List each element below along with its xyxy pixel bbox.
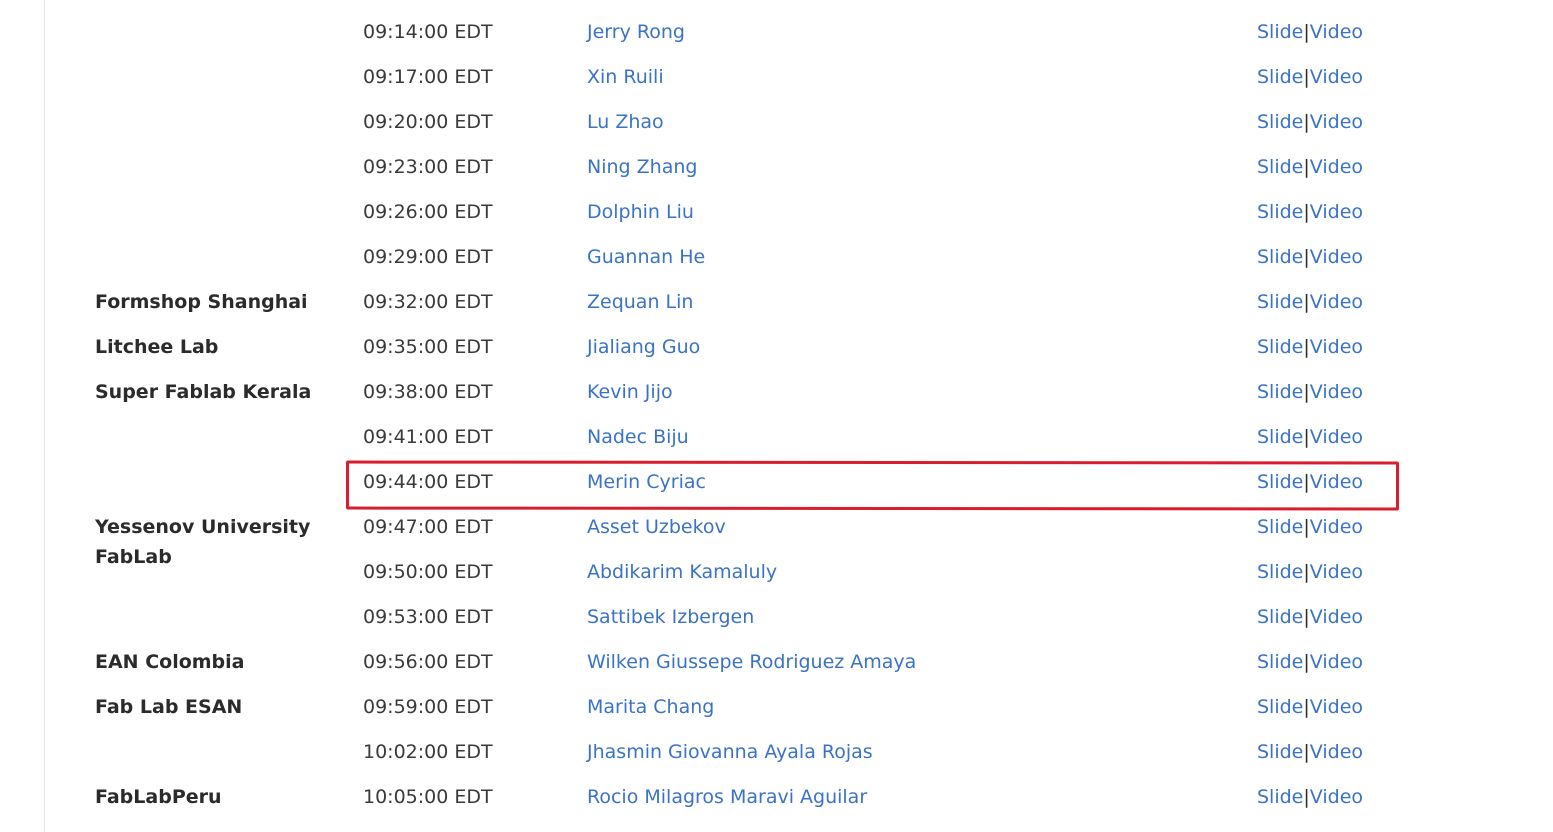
table-row: 09:23:00 EDT Ning Zhang Slide|Video	[0, 135, 1553, 180]
video-link[interactable]: Video	[1310, 381, 1363, 403]
table-row: 09:26:00 EDT Dolphin Liu Slide|Video	[0, 180, 1553, 225]
slide-video-links: Slide|Video	[1257, 765, 1363, 829]
slide-link[interactable]: Slide	[1257, 291, 1303, 313]
video-link[interactable]: Video	[1310, 651, 1363, 673]
table-row: Fab Lab ESAN 09:59:00 EDT Marita Chang Slid…	[0, 675, 1553, 720]
student-name-link[interactable]: Rocio Milagros Maravi Aguilar	[587, 765, 867, 829]
table-row: Formshop Shanghai 09:32:00 EDT Zequan Lin S…	[0, 270, 1553, 315]
video-link[interactable]: Video	[1310, 156, 1363, 178]
table-row: 09:29:00 EDT Guannan He Slide|Video	[0, 225, 1553, 270]
table-row: Litchee Lab 09:35:00 EDT Jialiang Guo Slide…	[0, 315, 1553, 360]
lab-name: Super Fablab Kerala	[95, 381, 312, 403]
slide-link[interactable]: Slide	[1257, 21, 1303, 43]
video-link[interactable]: Video	[1310, 111, 1363, 133]
video-link[interactable]: Video	[1310, 516, 1363, 538]
slide-link[interactable]: Slide	[1257, 336, 1303, 358]
video-link[interactable]: Video	[1310, 786, 1363, 808]
slide-link[interactable]: Slide	[1257, 201, 1303, 223]
video-link[interactable]: Video	[1310, 21, 1363, 43]
video-link[interactable]: Video	[1310, 561, 1363, 583]
slide-link[interactable]: Slide	[1257, 741, 1303, 763]
slide-link[interactable]: Slide	[1257, 156, 1303, 178]
slide-link[interactable]: Slide	[1257, 471, 1303, 493]
lab-name: Formshop Shanghai	[95, 291, 308, 313]
slide-link[interactable]: Slide	[1257, 381, 1303, 403]
schedule-page: 09:14:00 EDT Jerry Rong Slide|Video 09:17:0…	[0, 0, 1553, 832]
lab-name: Fab Lab ESAN	[95, 696, 243, 718]
slide-link[interactable]: Slide	[1257, 66, 1303, 88]
table-row: 09:41:00 EDT Nadec Biju Slide|Video	[0, 405, 1553, 450]
table-row: 09:20:00 EDT Lu Zhao Slide|Video	[0, 90, 1553, 135]
slide-link[interactable]: Slide	[1257, 606, 1303, 628]
video-link[interactable]: Video	[1310, 201, 1363, 223]
lab-name: FabLabPeru	[95, 786, 222, 808]
video-link[interactable]: Video	[1310, 741, 1363, 763]
table-row: 09:14:00 EDT Jerry Rong Slide|Video	[0, 0, 1553, 45]
table-row: EAN Colombia 09:56:00 EDT Wilken Giussepe …	[0, 630, 1553, 675]
slide-link[interactable]: Slide	[1257, 561, 1303, 583]
video-link[interactable]: Video	[1310, 606, 1363, 628]
table-row: Super Fablab Kerala 09:38:00 EDT Kevin Jij…	[0, 360, 1553, 405]
video-link[interactable]: Video	[1310, 471, 1363, 493]
lab-name: Litchee Lab	[95, 336, 219, 358]
slide-link[interactable]: Slide	[1257, 696, 1303, 718]
video-link[interactable]: Video	[1310, 291, 1363, 313]
slide-link[interactable]: Slide	[1257, 651, 1303, 673]
video-link[interactable]: Video	[1310, 696, 1363, 718]
lab-name: EAN Colombia	[95, 651, 245, 673]
table-row: 09:53:00 EDT Sattibek Izbergen Slide|Video	[0, 585, 1553, 630]
slide-link[interactable]: Slide	[1257, 426, 1303, 448]
slide-link[interactable]: Slide	[1257, 786, 1303, 808]
table-row: 09:17:00 EDT Xin Ruili Slide|Video	[0, 45, 1553, 90]
video-link[interactable]: Video	[1310, 66, 1363, 88]
table-row: FabLabPeru 10:05:00 EDT Rocio Milagros Mar…	[0, 765, 1553, 810]
table-row: Yessenov University FabLab 09:47:00 EDT As…	[0, 495, 1553, 568]
table-row: 09:44:00 EDT Merin Cyriac Slide|Video	[0, 450, 1553, 495]
video-link[interactable]: Video	[1310, 426, 1363, 448]
video-link[interactable]: Video	[1310, 336, 1363, 358]
presentation-time: 10:05:00 EDT	[363, 786, 493, 808]
table-row: 09:50:00 EDT Abdikarim Kamaluly Slide|Vide…	[0, 540, 1553, 585]
video-link[interactable]: Video	[1310, 246, 1363, 268]
slide-link[interactable]: Slide	[1257, 111, 1303, 133]
table-row: 10:02:00 EDT Jhasmin Giovanna Ayala Rojas…	[0, 720, 1553, 765]
slide-link[interactable]: Slide	[1257, 516, 1303, 538]
slide-link[interactable]: Slide	[1257, 246, 1303, 268]
